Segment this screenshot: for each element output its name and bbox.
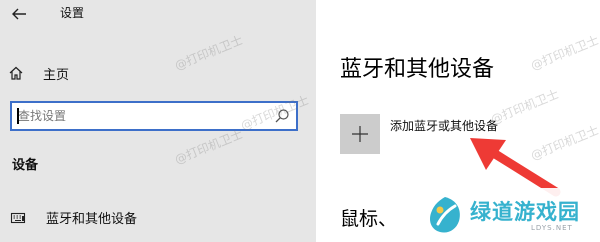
nav-item-home-label: 主页: [43, 67, 70, 83]
window-title: 设置: [60, 6, 85, 20]
nav-item-home[interactable]: 主页: [8, 64, 70, 83]
nav-item-bluetooth-devices[interactable]: 蓝牙和其他设备: [10, 208, 137, 227]
logo-mark-icon: [430, 197, 460, 233]
logo-name: 绿道游戏园: [470, 200, 580, 224]
nav-item-bluetooth-devices-label: 蓝牙和其他设备: [46, 212, 138, 227]
home-icon: [9, 66, 23, 80]
plus-icon: [352, 126, 368, 142]
site-logo: 绿道游戏园 LDYS.NET: [418, 188, 600, 242]
logo-domain: LDYS.NET: [531, 224, 573, 232]
keyboard-device-icon: [10, 212, 26, 223]
watermark: @打印机卫士: [488, 86, 561, 127]
section-heading-mouse: 鼠标、: [340, 208, 398, 230]
nav-section-devices: 设备: [12, 158, 39, 173]
watermark: @打印机卫士: [528, 32, 600, 73]
text-cursor: [17, 108, 19, 124]
add-device-tile[interactable]: [340, 114, 380, 154]
page-title: 蓝牙和其他设备: [340, 57, 495, 82]
watermark: @打印机卫士: [528, 122, 600, 163]
back-arrow-icon[interactable]: [10, 5, 28, 23]
